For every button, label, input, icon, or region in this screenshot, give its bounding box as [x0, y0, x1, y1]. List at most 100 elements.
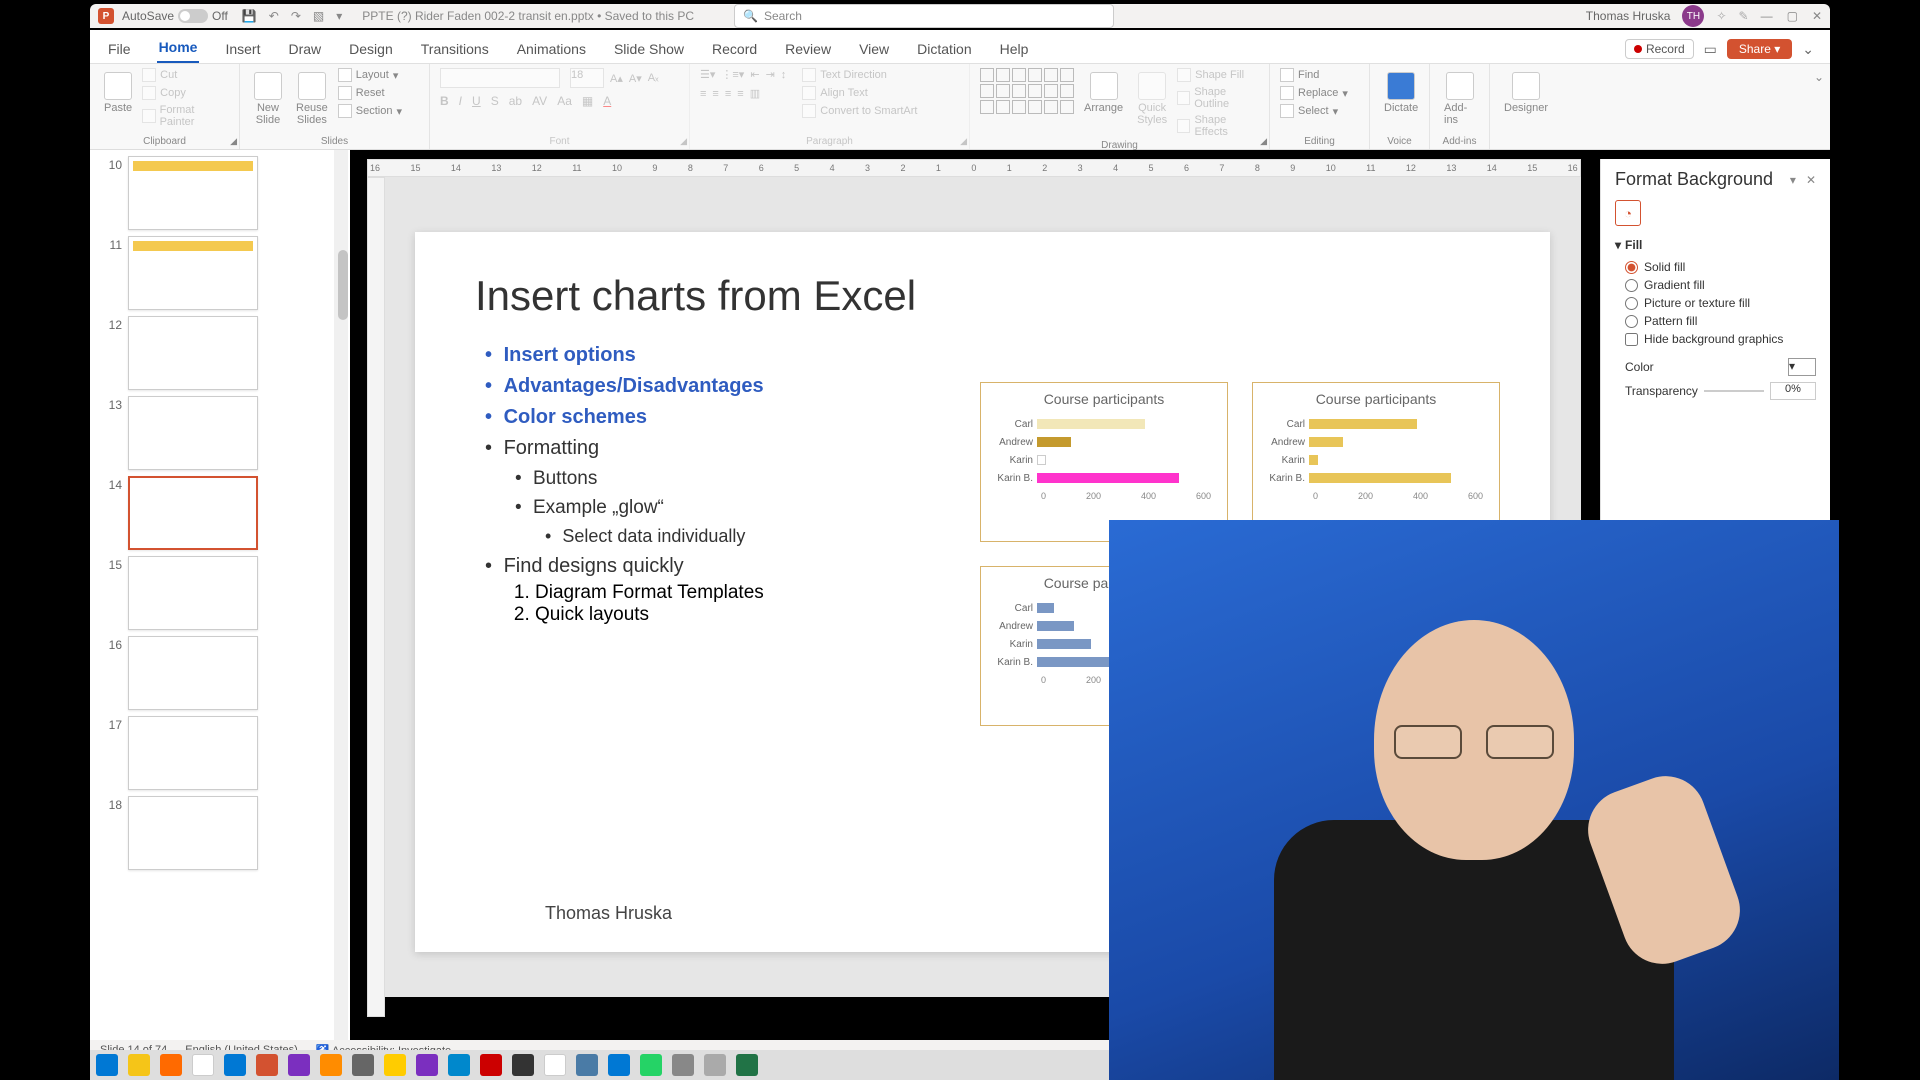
- shape-effects-button[interactable]: Shape Effects: [1177, 114, 1259, 138]
- whatsapp-icon[interactable]: [640, 1054, 662, 1076]
- shrink-font-icon[interactable]: A▾: [629, 72, 642, 85]
- app-icon-1[interactable]: [288, 1054, 310, 1076]
- font-launcher-icon[interactable]: ◢: [680, 136, 687, 147]
- clear-format-icon[interactable]: Aₓ: [648, 72, 659, 84]
- tab-record[interactable]: Record: [710, 35, 759, 63]
- scrollbar-thumb[interactable]: [338, 250, 348, 320]
- pane-dropdown-icon[interactable]: ▾: [1790, 173, 1796, 187]
- cut-button[interactable]: Cut: [142, 68, 229, 82]
- new-slide-button[interactable]: New Slide: [250, 68, 286, 130]
- app-icon-9[interactable]: [672, 1054, 694, 1076]
- fill-tab-icon[interactable]: ◔: [1615, 200, 1641, 226]
- tab-slideshow[interactable]: Slide Show: [612, 35, 686, 63]
- thumbnail-slide-15[interactable]: 15: [100, 556, 340, 630]
- start-icon[interactable]: ▧: [313, 9, 324, 23]
- chart-1[interactable]: Course participantsCarlAndrewKarinKarin …: [980, 382, 1228, 542]
- user-avatar[interactable]: TH: [1682, 5, 1704, 27]
- search-box[interactable]: 🔍 Search: [734, 4, 1114, 28]
- record-button[interactable]: Record: [1625, 39, 1694, 59]
- align-text-button[interactable]: Align Text: [802, 86, 917, 100]
- tab-dictation[interactable]: Dictation: [915, 35, 973, 63]
- align-left-icon[interactable]: ≡: [700, 88, 706, 100]
- solid-fill-radio[interactable]: Solid fill: [1615, 258, 1816, 276]
- thumbnail-slide-11[interactable]: 11: [100, 236, 340, 310]
- thumbnail-slide-17[interactable]: 17: [100, 716, 340, 790]
- collapse-ribbon-icon[interactable]: ⌄: [1802, 41, 1814, 58]
- powerpoint-taskbar-icon[interactable]: [256, 1054, 278, 1076]
- select-button[interactable]: Select ▾: [1280, 104, 1348, 118]
- dictate-button[interactable]: Dictate: [1380, 68, 1422, 118]
- app-icon-2[interactable]: [352, 1054, 374, 1076]
- app-icon-8[interactable]: [608, 1054, 630, 1076]
- excel-icon[interactable]: [736, 1054, 758, 1076]
- highlight-button[interactable]: ▦: [582, 94, 593, 108]
- reuse-slides-button[interactable]: Reuse Slides: [292, 68, 332, 130]
- paste-button[interactable]: Paste: [100, 68, 136, 118]
- pane-close-icon[interactable]: ✕: [1806, 173, 1816, 187]
- thumbnail-slide-13[interactable]: 13: [100, 396, 340, 470]
- tab-home[interactable]: Home: [157, 33, 200, 63]
- quick-styles-button[interactable]: Quick Styles: [1133, 68, 1171, 130]
- shadow-button[interactable]: ab: [509, 94, 522, 108]
- transparency-value[interactable]: 0%: [1770, 382, 1816, 400]
- color-picker[interactable]: ▾: [1788, 358, 1816, 376]
- reset-button[interactable]: Reset: [338, 86, 402, 100]
- drawing-launcher-icon[interactable]: ◢: [1260, 136, 1267, 147]
- indent-icon[interactable]: ⇥: [766, 68, 775, 81]
- shapes-gallery[interactable]: [980, 68, 1074, 114]
- comingsoon-icon[interactable]: ✧: [1716, 9, 1726, 23]
- app-icon-7[interactable]: [576, 1054, 598, 1076]
- maximize-icon[interactable]: ▢: [1787, 9, 1798, 23]
- redo-icon[interactable]: ↷: [291, 9, 301, 23]
- tab-review[interactable]: Review: [783, 35, 833, 63]
- tab-view[interactable]: View: [857, 35, 891, 63]
- numbering-icon[interactable]: ⋮≡▾: [721, 68, 744, 81]
- para-launcher-icon[interactable]: ◢: [960, 136, 967, 147]
- justify-icon[interactable]: ≡: [737, 88, 743, 100]
- tab-animations[interactable]: Animations: [515, 35, 588, 63]
- grow-font-icon[interactable]: A▴: [610, 72, 623, 85]
- hide-bg-checkbox[interactable]: Hide background graphics: [1615, 330, 1816, 348]
- tab-design[interactable]: Design: [347, 35, 395, 63]
- app-icon-10[interactable]: [704, 1054, 726, 1076]
- transparency-slider[interactable]: [1704, 390, 1764, 392]
- share-button[interactable]: Share ▾: [1727, 39, 1792, 59]
- align-right-icon[interactable]: ≡: [725, 88, 731, 100]
- spacing-button[interactable]: AV: [532, 94, 547, 108]
- arrange-button[interactable]: Arrange: [1080, 68, 1127, 118]
- shape-fill-button[interactable]: Shape Fill: [1177, 68, 1259, 82]
- autosave-toggle[interactable]: [178, 9, 208, 23]
- onenote-icon[interactable]: [416, 1054, 438, 1076]
- linespace-icon[interactable]: ↕: [781, 69, 787, 81]
- tab-insert[interactable]: Insert: [223, 35, 262, 63]
- thumbnail-slide-10[interactable]: 10: [100, 156, 340, 230]
- columns-icon[interactable]: ▥: [750, 87, 760, 100]
- draw-icon[interactable]: ✎: [1739, 9, 1749, 23]
- app-icon-3[interactable]: [384, 1054, 406, 1076]
- format-painter-button[interactable]: Format Painter: [142, 104, 229, 128]
- vlc-icon[interactable]: [320, 1054, 342, 1076]
- dedent-icon[interactable]: ⇤: [750, 68, 759, 81]
- telegram-icon[interactable]: [448, 1054, 470, 1076]
- picture-fill-radio[interactable]: Picture or texture fill: [1615, 294, 1816, 312]
- bullets-icon[interactable]: ☰▾: [700, 68, 715, 81]
- start-button[interactable]: [96, 1054, 118, 1076]
- designer-button[interactable]: Designer: [1500, 68, 1552, 118]
- font-family-input[interactable]: [440, 68, 560, 88]
- app-icon-5[interactable]: [512, 1054, 534, 1076]
- tab-draw[interactable]: Draw: [286, 35, 323, 63]
- thumbnail-slide-14[interactable]: 14: [100, 476, 340, 550]
- section-button[interactable]: Section ▾: [338, 104, 402, 118]
- more-icon[interactable]: ▾: [336, 9, 342, 23]
- shape-outline-button[interactable]: Shape Outline: [1177, 86, 1259, 110]
- align-center-icon[interactable]: ≡: [712, 88, 718, 100]
- chrome-icon[interactable]: [192, 1054, 214, 1076]
- tab-help[interactable]: Help: [998, 35, 1031, 63]
- tab-file[interactable]: File: [106, 35, 133, 63]
- replace-button[interactable]: Replace ▾: [1280, 86, 1348, 100]
- addins-button[interactable]: Add-ins: [1440, 68, 1479, 130]
- thumbnail-slide-12[interactable]: 12: [100, 316, 340, 390]
- thumbnail-slide-18[interactable]: 18: [100, 796, 340, 870]
- bold-button[interactable]: B: [440, 94, 449, 108]
- pattern-fill-radio[interactable]: Pattern fill: [1615, 312, 1816, 330]
